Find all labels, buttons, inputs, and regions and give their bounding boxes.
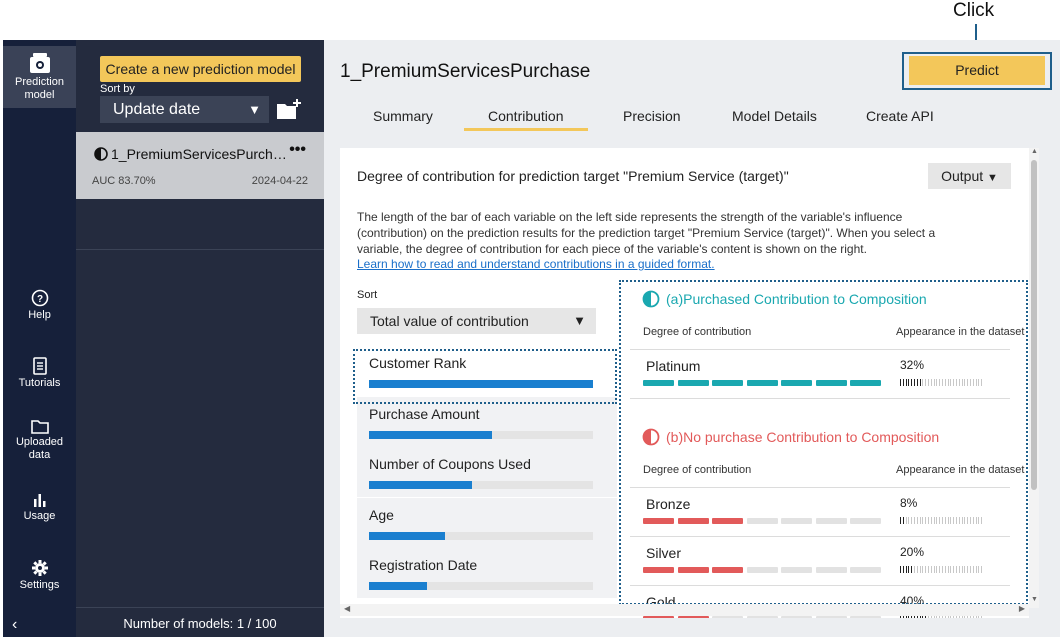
page-title: 1_PremiumServicesPurchase — [340, 61, 591, 82]
variable-item[interactable]: Purchase Amount — [357, 396, 617, 447]
rail-label: Usage — [23, 510, 56, 522]
create-prediction-model-button[interactable]: Create a new prediction model — [100, 56, 301, 82]
tab-create-api[interactable]: Create API — [866, 108, 934, 124]
sort-value: Total value of contribution — [370, 313, 529, 329]
scroll-down-icon[interactable]: ▼ — [1031, 596, 1038, 603]
rail-label: Prediction — [15, 76, 64, 88]
left-rail: Prediction model ? Help Tutorials Upload… — [3, 40, 76, 637]
contribution-segment — [643, 616, 674, 618]
description-line: The length of the bar of each variable o… — [357, 210, 903, 224]
help-icon: ? — [31, 289, 48, 307]
contribution-segment — [746, 616, 778, 618]
add-folder-icon[interactable] — [276, 98, 302, 120]
scrollbar-thumb[interactable] — [1031, 160, 1037, 490]
model-list-item[interactable]: 1_PremiumServicesPurch… ••• AUC 83.70% 2… — [76, 132, 324, 199]
chevron-down-icon: ▼ — [248, 102, 261, 117]
tab-contribution[interactable]: Contribution — [488, 108, 564, 124]
svg-text:?: ? — [36, 294, 42, 305]
rail-item-help[interactable]: ? Help — [3, 289, 76, 329]
composition-highlight-frame — [619, 280, 1028, 605]
variable-name: Purchase Amount — [369, 405, 480, 422]
rail-item-settings[interactable]: Settings — [3, 559, 76, 599]
tab-precision[interactable]: Precision — [623, 108, 681, 124]
model-name: 1_PremiumServicesPurch… — [94, 146, 289, 162]
rail-item-usage[interactable]: Usage — [3, 492, 76, 532]
list-divider — [76, 249, 324, 250]
variable-item[interactable]: Registration Date — [357, 548, 617, 598]
sort-by-select[interactable]: Update date ▼ — [100, 96, 269, 123]
folder-icon — [30, 420, 49, 434]
rail-label: data — [28, 449, 51, 461]
rail-item-uploaded-data[interactable]: Uploaded data — [3, 418, 76, 468]
chevron-down-icon: ▼ — [573, 313, 586, 328]
chevron-down-icon: ▼ — [987, 172, 998, 184]
contribution-bar-track — [369, 481, 593, 489]
sort-label: Sort — [357, 289, 378, 301]
contribution-bar — [369, 582, 428, 590]
variable-item[interactable]: Number of Coupons Used — [357, 447, 617, 497]
contribution-bar-track — [369, 531, 593, 540]
rail-label: Settings — [19, 579, 60, 591]
main-panel: 1_PremiumServicesPurchase Predict Summar… — [324, 40, 1060, 637]
rail-label: Tutorials — [18, 377, 61, 389]
contribution-bar — [369, 430, 493, 439]
settings-icon — [31, 560, 48, 576]
output-label: Output — [941, 168, 984, 184]
rail-label: Uploaded — [15, 436, 64, 448]
rail-item-tutorials[interactable]: Tutorials — [3, 357, 76, 397]
description-line: (contribution) on the prediction results… — [357, 226, 936, 240]
variable-highlight-frame — [353, 349, 617, 404]
click-annotation-label: Click — [953, 0, 995, 21]
sort-by-value: Update date — [113, 101, 201, 118]
contribution-segment — [850, 616, 881, 618]
contribution-segment — [712, 616, 743, 618]
model-list-panel: Create a new prediction model Sort by Up… — [76, 40, 324, 637]
scroll-right-icon[interactable]: ▶ — [1019, 604, 1025, 613]
sort-select[interactable]: Total value of contribution ▼ — [357, 308, 596, 334]
variable-item[interactable]: Age — [357, 497, 617, 548]
contribution-segment — [781, 616, 812, 618]
contribution-segment — [677, 616, 709, 618]
usage-icon — [33, 494, 45, 507]
sort-by-label: Sort by — [100, 83, 135, 95]
output-button[interactable]: Output ▼ — [928, 163, 1011, 189]
rail-item-prediction-model[interactable]: Prediction model — [3, 46, 76, 108]
tab-model-details[interactable]: Model Details — [732, 108, 817, 124]
contribution-bar-track — [369, 430, 593, 439]
model-name-text: 1_PremiumServicesPurch… — [111, 146, 287, 162]
predict-highlight-frame — [902, 52, 1052, 90]
more-options-icon[interactable]: ••• — [289, 141, 306, 159]
contribution-description: The length of the bar of each variable o… — [357, 209, 997, 257]
model-auc: AUC 83.70% — [92, 175, 156, 187]
contribution-bar-track — [369, 582, 593, 590]
active-tab-indicator — [464, 128, 588, 131]
vertical-scrollbar[interactable]: ▲ ▼ — [1029, 148, 1039, 608]
variable-name: Age — [369, 506, 394, 523]
footer-divider — [76, 607, 324, 608]
contribution-heading: Degree of contribution for prediction ta… — [357, 168, 789, 184]
contribution-segment — [815, 616, 847, 618]
tutorials-icon — [32, 357, 47, 375]
tab-summary[interactable]: Summary — [373, 108, 433, 124]
rail-label: Help — [28, 309, 51, 321]
model-count: Number of models: 1 / 100 — [123, 616, 277, 631]
rail-label: model — [24, 89, 55, 101]
contribution-content: Degree of contribution for prediction ta… — [340, 148, 1029, 618]
scroll-up-icon[interactable]: ▲ — [1031, 148, 1038, 155]
contribution-bar — [369, 481, 473, 489]
prediction-model-icon — [29, 53, 50, 73]
half-circle-icon — [94, 147, 108, 161]
description-line: variable, the degree of contribution for… — [357, 242, 867, 256]
variable-name: Registration Date — [369, 557, 478, 573]
scroll-left-icon[interactable]: ◀ — [344, 604, 350, 613]
variable-name: Number of Coupons Used — [369, 456, 531, 472]
collapse-rail-icon[interactable]: ‹ — [12, 616, 17, 634]
horizontal-scrollbar[interactable]: ◀ ▶ — [340, 604, 1029, 616]
model-date: 2024-04-22 — [251, 175, 308, 187]
guided-format-link[interactable]: Learn how to read and understand contrib… — [357, 257, 715, 271]
contribution-bar — [369, 531, 446, 540]
